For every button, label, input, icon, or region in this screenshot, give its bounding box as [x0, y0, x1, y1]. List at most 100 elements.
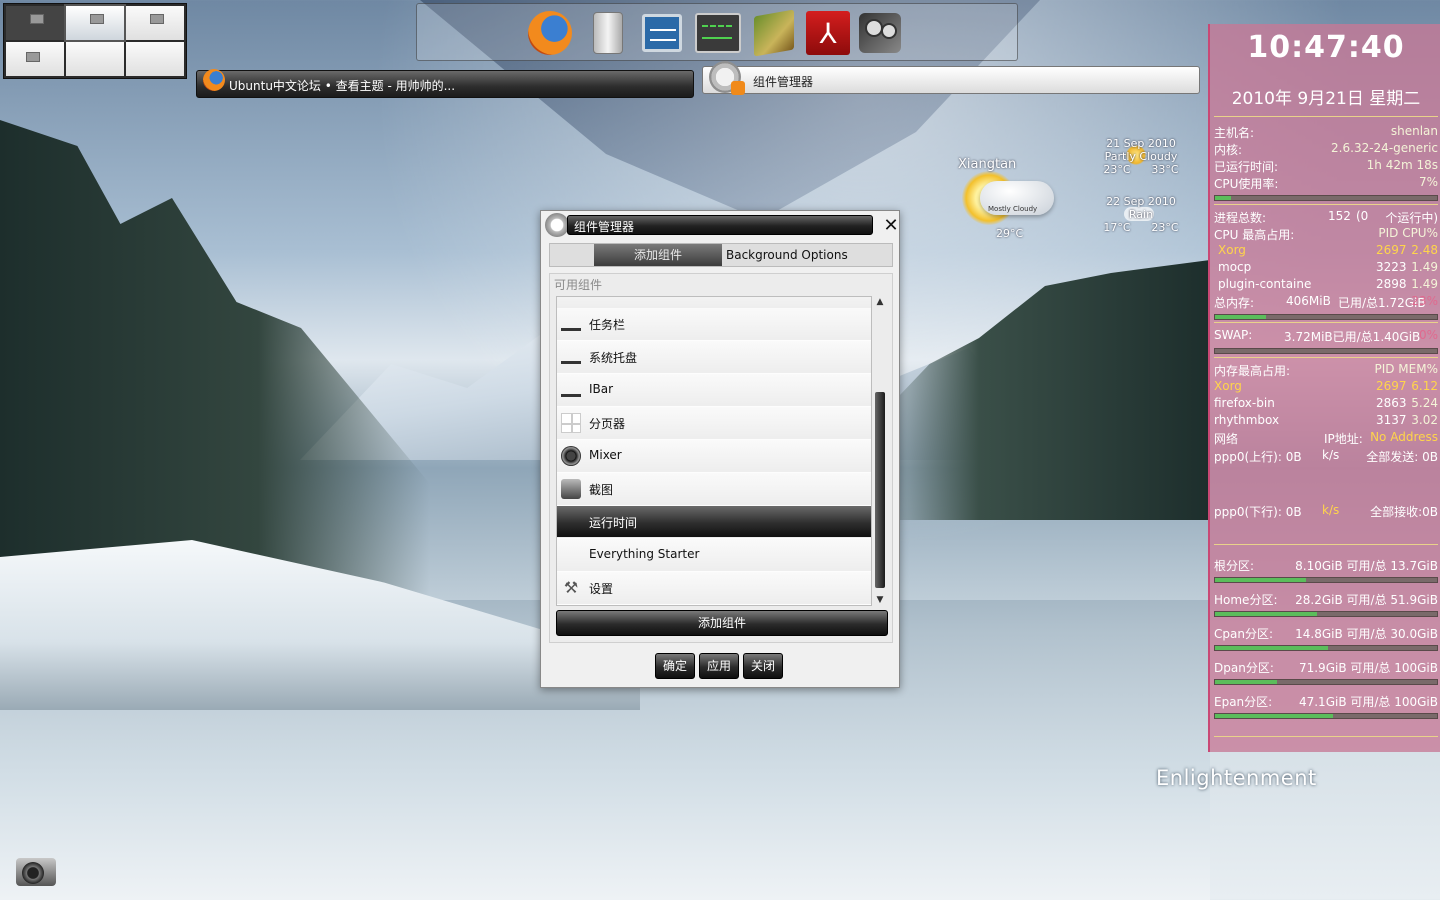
ok-button[interactable]: 确定	[655, 653, 695, 679]
list-item[interactable]: 系统托盘	[557, 341, 871, 373]
taskbar-item-label: Ubuntu中文论坛 • 查看主题 - 用帅帅的...	[229, 79, 456, 93]
taskbar-item-label: 组件管理器	[753, 75, 814, 89]
clock: 10:47:40	[1247, 30, 1405, 65]
mem-top-row: firefox-bin 2863 5.24	[1214, 396, 1438, 410]
forecast-day-1: 21 Sep 2010 Partly Cloudy 23°C 33°C	[1103, 137, 1179, 176]
desktop-1[interactable]	[6, 6, 64, 40]
pager-icon	[561, 413, 581, 433]
gadget-manager-dialog: 组件管理器 ✕ 添加组件 Background Options 可用组件 任务栏…	[540, 210, 900, 688]
settings-wrench-icon: ⚒	[563, 578, 579, 597]
desktop-2[interactable]	[64, 4, 126, 42]
disk-home-bar	[1214, 611, 1438, 617]
desktop-3[interactable]	[126, 6, 184, 40]
desktop-6[interactable]	[126, 42, 184, 76]
gadget-manager-icon	[545, 213, 569, 237]
swap-bar	[1214, 348, 1438, 354]
mem-top-row: rhythmbox 3137 3.02	[1214, 413, 1438, 427]
taskbar-item-gadget-manager[interactable]: 组件管理器	[702, 61, 1200, 95]
taskbar-icon	[561, 322, 581, 331]
list-scrollbar[interactable]: ▲ ▼	[874, 296, 886, 606]
memory-row: 总内存: 406MiB 已用/总1.72GiB 23%	[1214, 294, 1438, 310]
close-icon[interactable]: ✕	[881, 216, 901, 236]
enlightenment-logo: Enlightenment	[1156, 766, 1317, 790]
download-row: ppp0(下行): 0B k/s 全部接收:0B	[1214, 503, 1438, 519]
cpu-bar	[1214, 195, 1438, 201]
video-player-icon[interactable]	[857, 10, 903, 56]
system-monitor-panel: 10:47:40 2010年 9月21日 星期二 主机名: shenlan 内核:…	[1208, 24, 1440, 752]
window-thumb	[150, 14, 164, 24]
upload-row: ppp0(上行): 0B k/s 全部发送: 0B	[1214, 448, 1438, 464]
mem-top-header: 内存最高占用: PID MEM%	[1214, 362, 1438, 378]
rss-icon	[731, 81, 745, 95]
list-item[interactable]: 分页器	[557, 407, 871, 439]
weather-condition: Mostly Cloudy	[988, 205, 1038, 213]
scrollbar-thumb[interactable]	[875, 392, 885, 588]
disk-e-bar	[1214, 713, 1438, 719]
wallpaper-forest-right	[880, 260, 1210, 520]
activity-monitor-icon[interactable]	[695, 10, 741, 56]
app-launcher-dock: ⅄	[416, 3, 1018, 61]
camera-icon[interactable]	[14, 848, 58, 892]
list-item[interactable]: Everything Starter	[557, 539, 871, 571]
cpu-top-row: plugin-containe 2898 1.49	[1218, 277, 1438, 291]
screenshot-icon	[561, 479, 581, 499]
process-row: 进程总数: 152 (0 个运行中)	[1214, 209, 1438, 225]
list-item[interactable]: Mixer	[557, 440, 871, 472]
host-row: 主机名: shenlan	[1214, 124, 1438, 140]
tab-add-gadgets[interactable]: 添加组件	[594, 244, 722, 266]
group-label: 可用组件	[554, 278, 603, 292]
desktop-4[interactable]	[6, 42, 64, 76]
scroll-down-icon[interactable]: ▼	[874, 594, 886, 606]
list-item[interactable]: IBar	[557, 374, 871, 406]
systray-icon	[561, 355, 581, 364]
disk-c-bar	[1214, 645, 1438, 651]
date: 2010年 9月21日 星期二	[1231, 89, 1421, 109]
desktop-pager[interactable]	[3, 3, 187, 79]
window-thumb	[30, 14, 44, 24]
desktop-5[interactable]	[66, 42, 124, 76]
cpu-row: CPU使用率: 7%	[1214, 175, 1438, 191]
forecast-day-2: 22 Sep 2010 Rain 17°C 23°C	[1103, 195, 1179, 234]
cpu-top-row: mocp 3223 1.49	[1218, 260, 1438, 274]
kernel-row: 内核: 2.6.32-24-generic	[1214, 141, 1438, 157]
list-item[interactable]: 任务栏	[557, 308, 871, 340]
taskbar-item-firefox[interactable]: Ubuntu中文论坛 • 查看主题 - 用帅帅的...	[196, 69, 694, 98]
disk-utility-icon[interactable]	[585, 10, 631, 56]
memory-bar	[1214, 314, 1438, 320]
list-item-selected[interactable]: 运行时间	[557, 506, 871, 538]
weather-temp: 29°C	[996, 227, 1024, 240]
firefox-icon	[203, 69, 225, 91]
disk-d-row: Dpan分区: 71.9GiB 可用/总 100GiB	[1214, 661, 1438, 675]
dictionary-book-icon[interactable]	[751, 9, 797, 57]
add-gadget-button[interactable]: 添加组件	[556, 610, 888, 636]
apply-button[interactable]: 应用	[699, 653, 739, 679]
firefox-icon[interactable]	[527, 10, 573, 56]
cpu-top-row: Xorg 2697 2.48	[1218, 243, 1438, 257]
divider	[1214, 116, 1438, 117]
uptime-row: 已运行时间: 1h 42m 18s	[1214, 158, 1438, 174]
swap-row: SWAP: 3.72MiB已用/总1.40GiB 0%	[1214, 328, 1438, 344]
cpu-top-header: CPU 最高占用: PID CPU%	[1214, 226, 1438, 242]
system-monitor-icon[interactable]	[639, 10, 685, 56]
divider	[1214, 322, 1438, 323]
dialog-title: 组件管理器	[567, 215, 873, 235]
disk-root-bar	[1214, 577, 1438, 583]
disk-d-bar	[1214, 679, 1438, 685]
list-item[interactable]: 截图	[557, 473, 871, 505]
disk-c-row: Cpan分区: 14.8GiB 可用/总 30.0GiB	[1214, 627, 1438, 641]
mem-top-row: Xorg 2697 6.12	[1214, 379, 1438, 393]
scroll-up-icon[interactable]: ▲	[874, 296, 886, 308]
divider	[1214, 544, 1438, 545]
divider	[1214, 204, 1438, 205]
dialog-titlebar[interactable]: 组件管理器 ✕	[545, 213, 899, 237]
divider	[1214, 357, 1438, 358]
disk-root-row: 根分区: 8.10GiB 可用/总 13.7GiB	[1214, 559, 1438, 573]
disk-home-row: Home分区: 28.2GiB 可用/总 51.9GiB	[1214, 593, 1438, 607]
available-gadgets-group: 可用组件 任务栏 系统托盘 IBar 分页器 Mixer 截图 运行时间 Eve…	[549, 273, 893, 643]
window-thumb	[90, 14, 104, 24]
close-button[interactable]: 关闭	[743, 653, 783, 679]
tab-background-options[interactable]: Background Options	[726, 244, 866, 266]
gadget-list[interactable]: 任务栏 系统托盘 IBar 分页器 Mixer 截图 运行时间 Everythi…	[556, 296, 872, 606]
list-item[interactable]: ⚒ 设置	[557, 572, 871, 604]
pdf-reader-icon[interactable]: ⅄	[805, 10, 851, 56]
